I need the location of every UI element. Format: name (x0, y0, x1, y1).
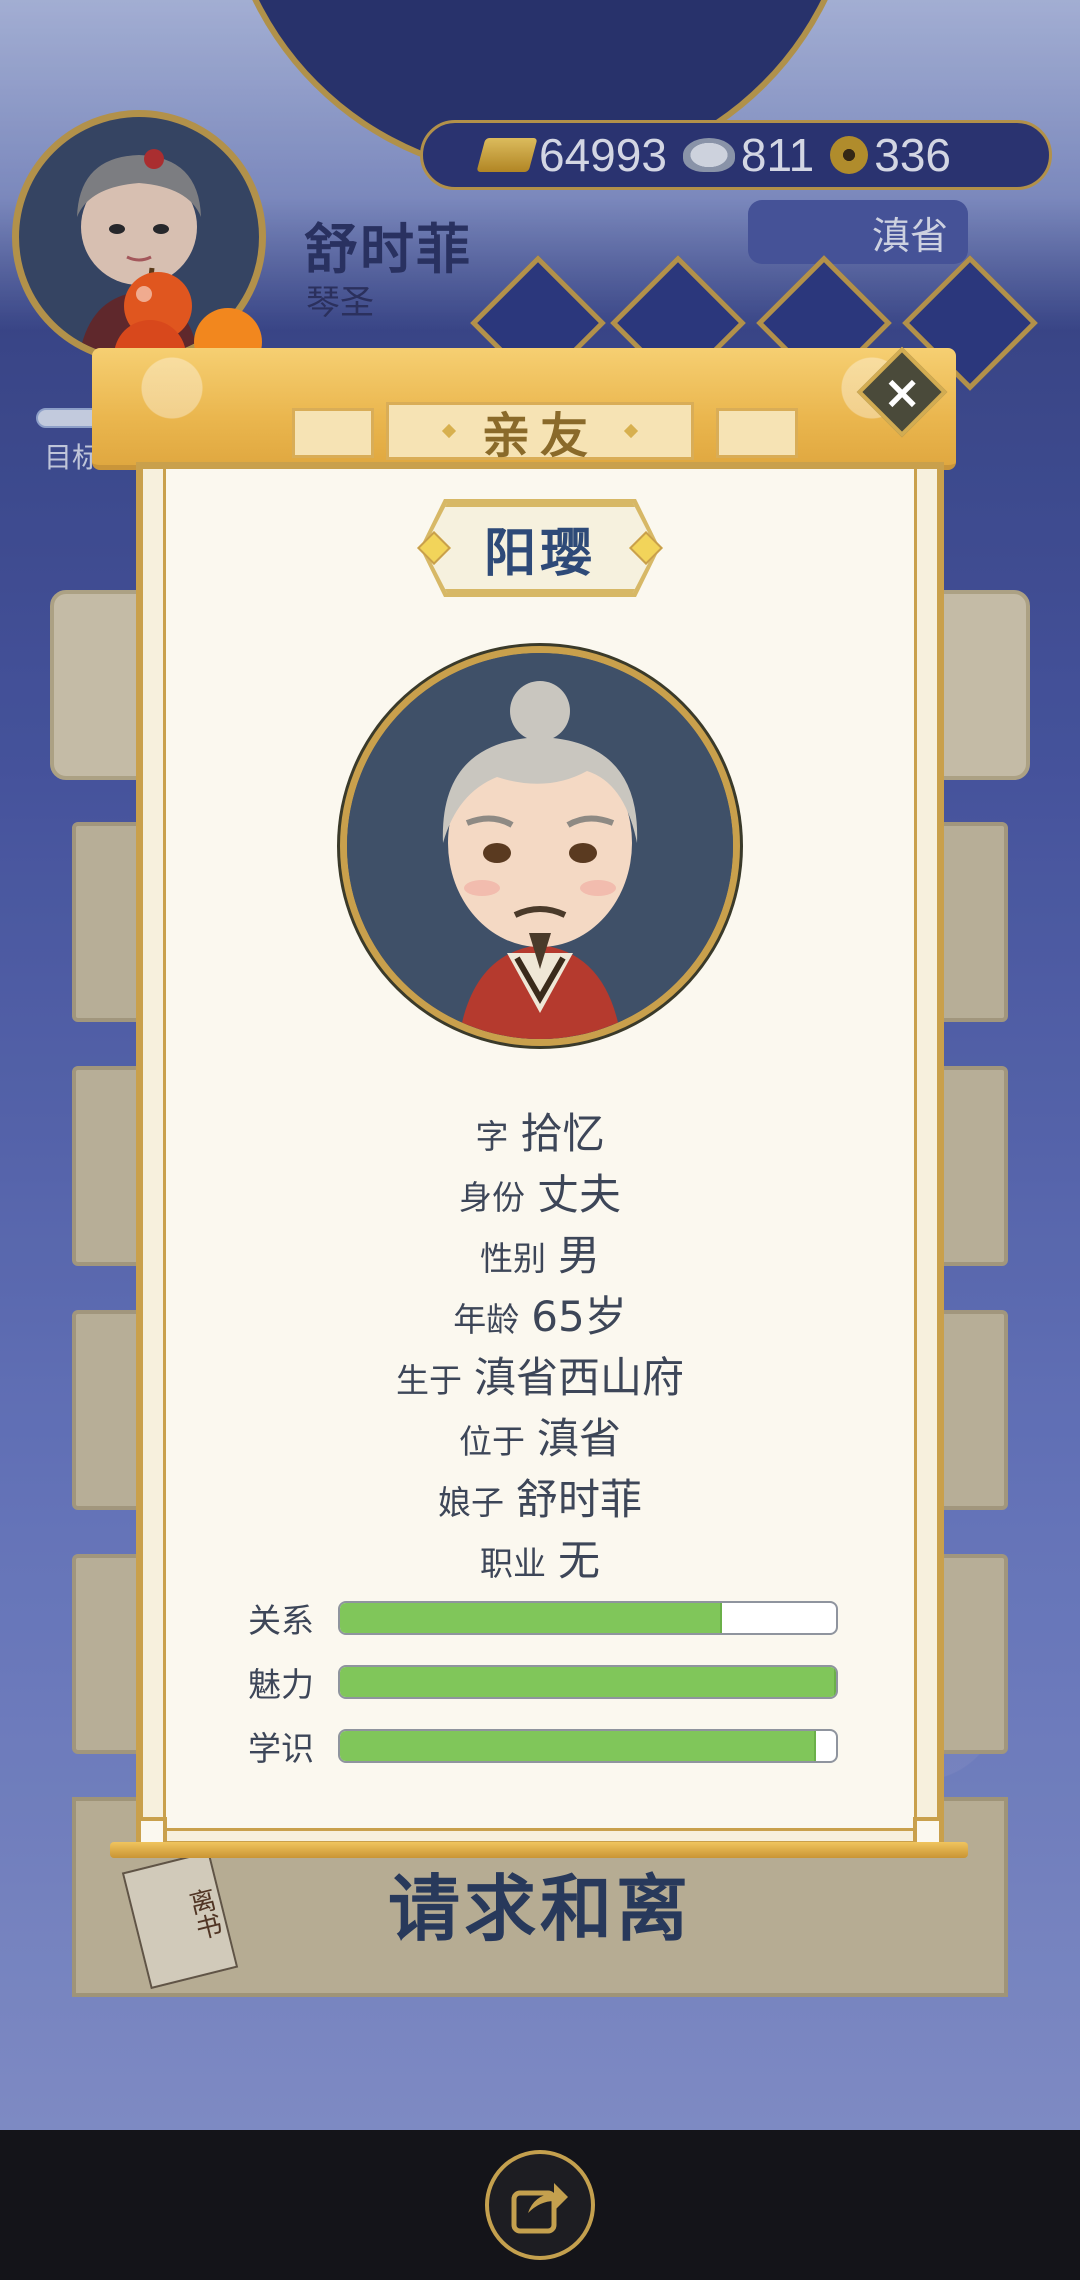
header-decoration (292, 408, 374, 458)
share-button[interactable] (485, 2150, 595, 2260)
close-icon: × (882, 364, 922, 419)
info-key: 字 (475, 1117, 509, 1156)
modal-title-plate: 亲友 (386, 402, 694, 464)
info-key: 职业 (479, 1544, 546, 1583)
knowledge-fill (340, 1731, 817, 1761)
charm-fill (340, 1667, 836, 1697)
title-dot-icon (441, 423, 457, 439)
stat-row-charm: 魅力 (248, 1662, 838, 1704)
stat-row-knowledge: 学识 (248, 1726, 838, 1768)
info-key: 年龄 (453, 1300, 520, 1339)
info-value: 65岁 (531, 1292, 627, 1341)
stat-label: 学识 (248, 1729, 314, 1768)
share-icon (511, 2183, 568, 2234)
title-dot-icon (623, 423, 639, 439)
info-value: 男 (557, 1231, 600, 1280)
person-name: 阳璎 (483, 523, 596, 584)
modal-title: 亲友 (481, 408, 598, 464)
charm-bar (338, 1665, 838, 1699)
elder-portrait-icon (347, 653, 733, 1039)
info-key: 性别 (479, 1239, 546, 1278)
info-value: 丈夫 (536, 1170, 621, 1219)
person-portrait (340, 646, 740, 1046)
info-row-birthplace: 生于 滇省西山府 (136, 1344, 944, 1405)
info-row-courtesy-name: 字 拾忆 (136, 1100, 944, 1161)
person-info-list: 字 拾忆 身份 丈夫 性别 男 年龄 65岁 生于 滇省西山府 位于 滇省 娘子… (136, 1100, 944, 1588)
info-value: 舒时菲 (515, 1475, 642, 1524)
info-row-age: 年龄 65岁 (136, 1283, 944, 1344)
stat-row-relationship: 关系 (248, 1598, 838, 1640)
info-row-occupation: 职业 无 (136, 1527, 944, 1588)
info-row-location: 位于 滇省 (136, 1405, 944, 1466)
stat-label: 关系 (248, 1601, 314, 1640)
name-plate: 阳璎 (424, 503, 656, 593)
knowledge-bar (338, 1729, 838, 1763)
header-decoration (716, 408, 798, 458)
info-key: 位于 (458, 1422, 525, 1461)
info-key: 生于 (395, 1361, 462, 1400)
info-value: 无 (557, 1536, 600, 1585)
info-key: 身份 (458, 1178, 525, 1217)
relationship-fill (340, 1603, 722, 1633)
modal-base (110, 1842, 968, 1858)
info-value: 拾忆 (520, 1109, 605, 1158)
info-value: 滇省西山府 (473, 1353, 684, 1402)
info-row-wife: 娘子 舒时菲 (136, 1466, 944, 1527)
info-row-identity: 身份 丈夫 (136, 1161, 944, 1222)
info-value: 滇省 (536, 1414, 621, 1463)
info-row-gender: 性别 男 (136, 1222, 944, 1283)
info-key: 娘子 (437, 1483, 504, 1522)
relationship-bar (338, 1601, 838, 1635)
stat-label: 魅力 (248, 1665, 314, 1704)
